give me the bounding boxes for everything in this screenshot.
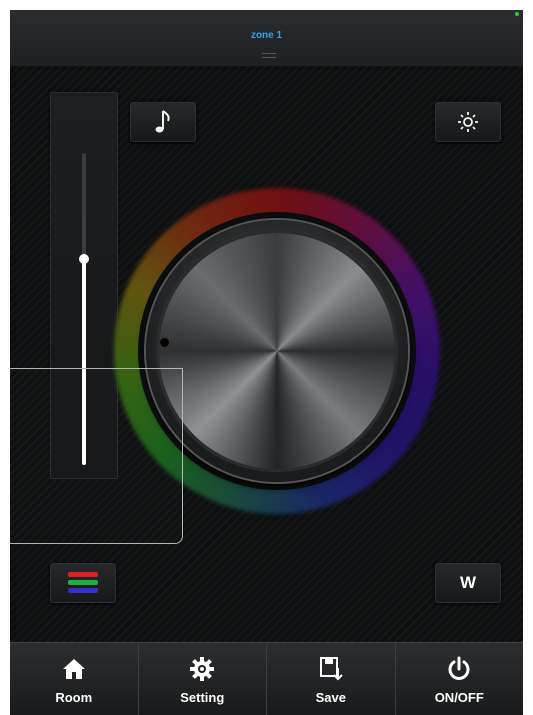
save-icon (318, 654, 344, 684)
rgb-mode-button[interactable] (50, 563, 116, 603)
selection-outline (10, 368, 183, 544)
color-knob[interactable] (156, 230, 398, 472)
top-bar: zone 1 (10, 10, 523, 67)
tab-setting[interactable]: Setting (139, 643, 267, 715)
blue-bar (68, 588, 98, 593)
rgb-bars-icon (68, 572, 98, 593)
tab-save[interactable]: Save (267, 643, 396, 715)
music-mode-button[interactable] (130, 102, 196, 142)
tab-save-label: Save (315, 690, 346, 705)
tab-onoff[interactable]: ON/OFF (396, 643, 524, 715)
brightness-button[interactable] (435, 102, 501, 142)
slider-thumb[interactable] (79, 254, 89, 264)
tab-room[interactable]: Room (10, 643, 139, 715)
zone-title: zone 1 (250, 30, 283, 41)
bottom-tab-bar: Room Setting Save ON/OFF (10, 642, 523, 715)
tab-room-label: Room (55, 690, 93, 705)
gear-icon (189, 654, 215, 684)
status-indicator (515, 12, 519, 16)
tab-setting-label: Setting (180, 690, 225, 705)
white-mode-label: W (459, 573, 477, 592)
drag-handle[interactable] (262, 53, 276, 58)
green-bar (68, 580, 98, 585)
red-bar (68, 572, 98, 577)
home-icon (61, 654, 87, 684)
music-note-icon (155, 110, 170, 133)
app-window: zone 1 W Room Setting Save ON/OFF (10, 10, 523, 715)
power-icon (446, 654, 472, 684)
tab-onoff-label: ON/OFF (434, 690, 484, 705)
knob-indicator-dot (160, 338, 169, 347)
sun-icon (458, 112, 478, 132)
white-mode-button[interactable]: W (435, 563, 501, 603)
